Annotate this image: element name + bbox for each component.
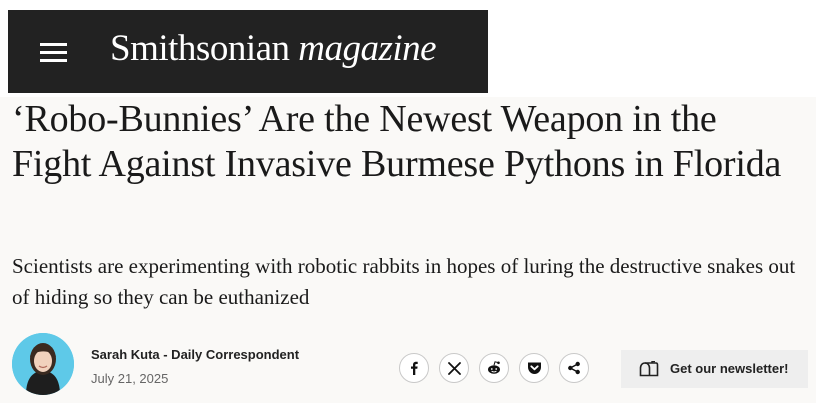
author-avatar[interactable] xyxy=(12,333,74,395)
site-header: Smithsonian magazine xyxy=(8,10,488,93)
mailbox-icon xyxy=(639,360,659,382)
site-logo[interactable]: Smithsonian magazine xyxy=(110,27,437,70)
menu-icon[interactable] xyxy=(40,43,67,62)
publish-date: July 21, 2025 xyxy=(91,371,169,386)
share-button[interactable] xyxy=(559,353,589,383)
logo-main: Smithsonian xyxy=(110,28,290,69)
pocket-share-button[interactable] xyxy=(519,353,549,383)
facebook-icon xyxy=(407,361,421,375)
article-header: ‘Robo-Bunnies’ Are the Newest Weapon in … xyxy=(0,97,816,403)
article-dek: Scientists are experimenting with roboti… xyxy=(12,254,796,309)
newsletter-label: Get our newsletter! xyxy=(670,361,789,376)
newsletter-button[interactable]: Get our newsletter! xyxy=(621,350,808,388)
author-name[interactable]: Sarah Kuta - Daily Correspondent xyxy=(91,347,299,362)
reddit-icon xyxy=(486,360,502,376)
facebook-share-button[interactable] xyxy=(399,353,429,383)
x-icon xyxy=(447,361,461,375)
share-icon xyxy=(567,361,581,375)
reddit-share-button[interactable] xyxy=(479,353,509,383)
article-title: ‘Robo-Bunnies’ Are the Newest Weapon in … xyxy=(12,98,782,185)
pocket-icon xyxy=(527,361,542,375)
x-share-button[interactable] xyxy=(439,353,469,383)
logo-sub: magazine xyxy=(298,28,437,69)
